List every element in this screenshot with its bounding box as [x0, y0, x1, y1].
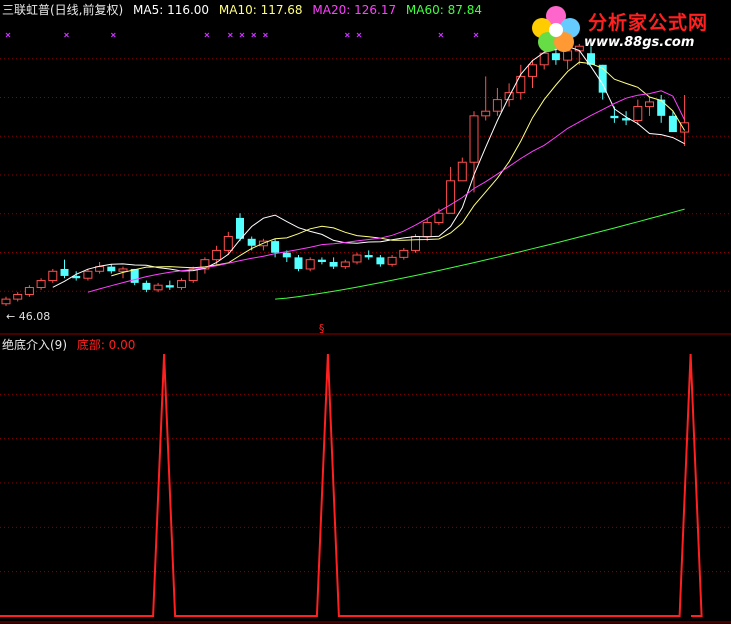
candle-body-up [633, 106, 643, 121]
signal-marker-icon [473, 32, 479, 38]
candle-body-down [60, 268, 69, 276]
candle-body-up [492, 99, 502, 112]
bottom-signal-line [0, 353, 703, 617]
candle-body-down [376, 257, 385, 265]
candle-body-down [271, 241, 280, 253]
candle-body-up [24, 287, 34, 295]
candle-body-up [457, 161, 467, 182]
price-panel-header: 三联虹普(日线,前复权) MA5: 116.00 MA10: 117.68 MA… [2, 1, 488, 18]
ma60-line [275, 208, 685, 300]
candle-body-down [668, 115, 677, 133]
signal-marker-icon [227, 32, 233, 38]
signal-marker-icon [262, 32, 268, 38]
candle-body-up [1, 298, 11, 305]
candle-body-up [411, 235, 420, 251]
candle-body-up [469, 115, 479, 163]
candle-body-up [481, 110, 491, 117]
candle-body-down [236, 217, 244, 239]
bottom-signal-icon: § [319, 322, 325, 335]
candle-body-down [610, 115, 619, 119]
signal-marker-icon [356, 32, 362, 38]
signal-marker-icon [239, 32, 245, 38]
signal-marker-icon [5, 32, 11, 38]
candle-body-down [142, 282, 151, 290]
candle-body-up [13, 293, 23, 300]
candle-body-up [223, 235, 233, 251]
candle-body-down [294, 257, 303, 269]
candle-body-up [83, 270, 93, 279]
indicator-value: 底部: 0.00 [76, 338, 136, 352]
candle-body-down [329, 262, 338, 267]
watermark-title: 分析家公式网 [588, 12, 709, 34]
candle-body-down [282, 252, 291, 258]
indicator-name: 绝底介入(9) [2, 338, 67, 352]
signal-marker-icon [110, 32, 116, 38]
candle-body-up [177, 280, 186, 289]
candle-body-up [305, 259, 315, 270]
candle-body-up [48, 270, 58, 282]
signal-marker-icon [204, 32, 210, 38]
candle-body-down [165, 285, 174, 288]
candle-body-up [528, 64, 537, 77]
candle-body-up [645, 101, 654, 108]
low-price-label: ← 46.08 [6, 310, 51, 323]
indicator-panel-header: 绝底介入(9) 底部: 0.00 [2, 336, 141, 353]
candle-body-up [352, 254, 362, 263]
chart-canvas[interactable]: § [0, 0, 731, 624]
ma10-line [111, 61, 686, 277]
candle-body-up [446, 180, 456, 214]
candle-body-up [36, 280, 46, 289]
candle-body-down [247, 238, 256, 246]
ma10-readout: MA10: 117.68 [218, 3, 303, 17]
chart-title: 三联虹普(日线,前复权) [2, 3, 124, 17]
candle-body-up [118, 268, 128, 272]
signal-marker-icon [251, 32, 257, 38]
signal-marker-icon [344, 32, 350, 38]
candle-body-up [399, 249, 409, 258]
candle-body-up [422, 222, 432, 237]
candle-body-down [364, 255, 373, 258]
candle-body-up [434, 212, 444, 224]
signal-marker-icon [64, 32, 69, 38]
candle-body-up [539, 52, 549, 66]
ma60-readout: MA60: 87.84 [405, 3, 482, 17]
watermark-url: www.88gs.com [584, 35, 695, 50]
ma20-readout: MA20: 126.17 [312, 3, 397, 17]
candle-body-down [551, 53, 560, 61]
candle-body-up [340, 261, 350, 268]
candle-body-down [317, 259, 326, 262]
candle-body-up [387, 256, 397, 265]
candle-body-up [153, 284, 163, 291]
signal-marker-icon [438, 32, 444, 38]
candle-body-down [107, 266, 116, 272]
ma20-line [87, 90, 686, 293]
candle-body-up [680, 122, 690, 133]
candle-body-up [212, 249, 222, 261]
ma5-readout: MA5: 116.00 [133, 3, 210, 17]
watermark-logo: 分析家公式网 www.88gs.com [528, 2, 728, 54]
flower-logo-icon [532, 6, 580, 52]
candle-body-down [657, 99, 666, 116]
